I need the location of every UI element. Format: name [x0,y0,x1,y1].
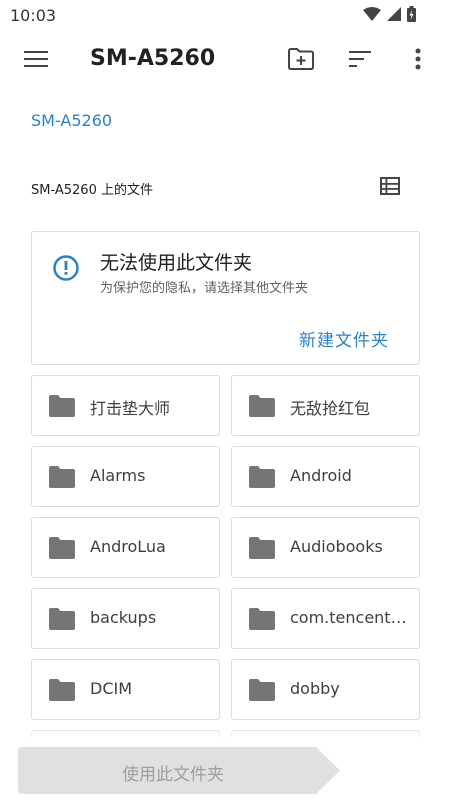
folder-tile[interactable]: backups [31,588,220,649]
folder-icon [249,679,275,701]
info-alert-icon [52,254,80,282]
folder-label: DCIM [90,679,133,698]
status-bar: 10:03 [0,0,450,32]
status-icons [363,6,416,22]
folder-label: Android [290,466,352,485]
new-folder-icon [288,48,314,74]
use-this-folder-button[interactable]: 使用此文件夹 [18,747,340,794]
app-title: SM-A5260 [90,46,216,71]
section-header: SM-A5260 上的文件 [31,177,421,200]
use-this-folder-label: 使用此文件夹 [122,765,224,785]
battery-icon [407,6,416,22]
folder-label: 无敌抢红包 [290,399,371,418]
sort-button[interactable] [340,41,380,81]
folder-tile[interactable]: com.tencent.... [231,588,420,649]
status-time: 10:03 [10,6,57,25]
create-folder-button[interactable]: 新建文件夹 [299,326,389,351]
folder-tile[interactable]: Android [231,446,420,507]
folder-tile[interactable]: DCIM [31,659,220,720]
folder-tile[interactable]: 无敌抢红包 [231,375,420,436]
bottom-bar: 使用此文件夹 [0,728,450,800]
folder-label: Alarms [90,466,146,485]
notice-title: 无法使用此文件夹 [100,252,253,274]
more-vert-icon [415,48,421,74]
folder-icon [249,608,275,630]
folder-label: 打击垫大师 [90,399,171,418]
folder-icon [49,679,75,701]
folder-label: com.tencent.... [290,608,410,627]
folder-icon [49,395,75,417]
notice-card: 无法使用此文件夹 为保护您的隐私，请选择其他文件夹 新建文件夹 [31,231,420,365]
menu-icon [24,50,48,72]
folder-icon [49,608,75,630]
list-view-icon [380,177,400,199]
more-options-button[interactable] [398,41,438,81]
folder-tile[interactable]: Audiobooks [231,517,420,578]
folder-label: backups [90,608,157,627]
app-bar: SM-A5260 [0,32,450,90]
folder-label: dobby [290,679,340,698]
folder-tile[interactable]: dobby [231,659,420,720]
folder-icon [49,537,75,559]
new-folder-button[interactable] [281,41,321,81]
folder-tile[interactable]: Alarms [31,446,220,507]
folder-icon [49,466,75,488]
menu-button[interactable] [16,41,56,81]
view-toggle-button[interactable] [372,170,408,206]
folder-tile[interactable]: 打击垫大师 [31,375,220,436]
folder-icon [249,466,275,488]
signal-icon [387,7,401,21]
folder-label: AndroLua [90,537,166,556]
folder-icon [249,395,275,417]
folder-label: Audiobooks [290,537,383,556]
sort-icon [349,51,371,71]
section-title: SM-A5260 上的文件 [31,183,153,198]
notice-subtitle: 为保护您的隐私，请选择其他文件夹 [100,281,309,296]
wifi-icon [363,7,381,21]
breadcrumb-root[interactable]: SM-A5260 [31,111,112,130]
folder-icon [249,537,275,559]
folder-tile[interactable]: AndroLua [31,517,220,578]
